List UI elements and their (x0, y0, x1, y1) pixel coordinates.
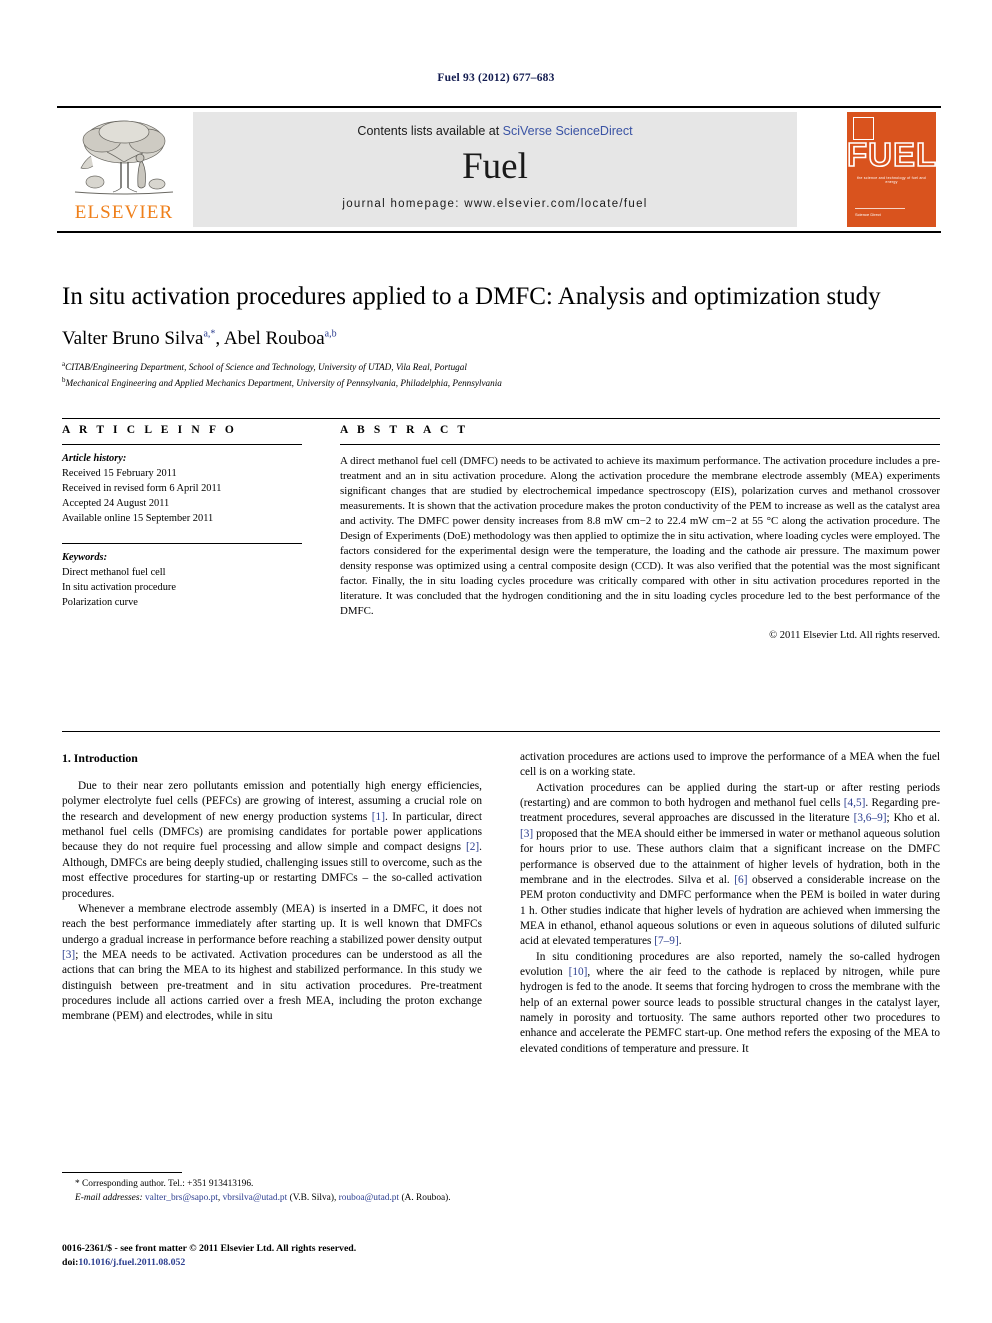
body-column-left: 1. Introduction Due to their near zero p… (62, 750, 482, 1025)
keyword-item: Polarization curve (62, 597, 138, 608)
section-heading-introduction: 1. Introduction (62, 751, 138, 765)
citation-link[interactable]: [3] (62, 949, 75, 961)
body-paragraph: Due to their near zero pollutants emissi… (62, 780, 482, 900)
paper-page: Fuel 93 (2012) 677–683 ELSEVIER Contents… (0, 0, 992, 1323)
band-rule-top (62, 418, 940, 419)
abstract-text: A direct methanol fuel cell (DMFC) needs… (340, 455, 940, 618)
citation-link[interactable]: [1] (372, 811, 385, 823)
email-addresses-label: E-mail addresses: (75, 1192, 143, 1203)
email-owner-3: (A. Rouboa). (399, 1192, 451, 1203)
cover-footer: Science Direct (855, 212, 881, 217)
citation-link[interactable]: [3,6–9] (854, 812, 887, 824)
article-info-column: A R T I C L E I N F O Article history: R… (62, 424, 302, 611)
body-paragraph: activation procedures are actions used t… (520, 751, 940, 779)
sciencedirect-link[interactable]: SciVerse ScienceDirect (503, 124, 633, 138)
citation-link[interactable]: [3] (520, 828, 533, 840)
citation-link[interactable]: [10] (569, 966, 588, 978)
citation-link[interactable]: [4,5] (844, 797, 866, 809)
journal-masthead: ELSEVIER Contents lists available at Sci… (57, 106, 941, 233)
elsevier-wordmark: ELSEVIER (74, 202, 174, 223)
abstract-column: A B S T R A C T A direct methanol fuel c… (340, 424, 940, 641)
article-history-online: Available online 15 September 2011 (62, 512, 214, 524)
article-history-label: Article history: (62, 453, 127, 464)
corresponding-author-note: * Corresponding author. Tel.: +351 91341… (75, 1179, 254, 1189)
author-1-affil-marker[interactable]: a,* (203, 328, 215, 339)
article-history-received: Received 15 February 2011 (62, 467, 177, 479)
affiliation-2: bMechanical Engineering and Applied Mech… (62, 375, 940, 390)
article-history-accepted: Accepted 24 August 2011 (62, 497, 170, 509)
elsevier-tree-icon (74, 120, 174, 195)
email-link-1[interactable]: valter_brs@sapo.pt (145, 1193, 218, 1203)
masthead-rule-bottom (57, 231, 941, 233)
author-name-2: Abel Rouboa (223, 327, 325, 349)
citation-link[interactable]: [2] (466, 841, 479, 853)
body-paragraph: In situ conditioning procedures are also… (520, 950, 941, 1055)
cover-divider (855, 208, 905, 209)
issn-copyright-line: 0016-2361/$ - see front matter © 2011 El… (62, 1243, 357, 1254)
keywords-group: Keywords: Direct methanol fuel cell In s… (62, 551, 302, 611)
running-head: Fuel 93 (2012) 677–683 (437, 72, 555, 84)
masthead-rule-top (57, 106, 941, 108)
cover-tagline: the science and technology of fuel and e… (857, 176, 926, 184)
title-block: In situ activation procedures applied to… (62, 283, 940, 391)
keyword-item: Direct methanol fuel cell (62, 567, 166, 579)
doi-link[interactable]: 10.1016/j.fuel.2011.08.052 (78, 1257, 185, 1268)
author-separator: , (215, 327, 224, 349)
keywords-rule (62, 543, 302, 545)
cover-title: FUEL (847, 135, 936, 174)
keyword-item: In situ activation procedure (62, 582, 176, 594)
body-paragraph: Activation procedures can be applied dur… (520, 781, 940, 948)
contents-prefix: Contents lists available at (357, 124, 503, 138)
doi-label: doi: (62, 1257, 79, 1269)
article-info-heading: A R T I C L E I N F O (62, 424, 237, 436)
author-2-affil-marker[interactable]: a,b (325, 328, 337, 339)
abstract-copyright: © 2011 Elsevier Ltd. All rights reserved… (769, 629, 940, 641)
email-owner-1: (V.B. Silva), (287, 1192, 339, 1203)
abstract-heading: A B S T R A C T (340, 424, 469, 436)
email-link-3[interactable]: rouboa@utad.pt (339, 1193, 399, 1203)
imprint-block: 0016-2361/$ - see front matter © 2011 El… (62, 1242, 502, 1270)
author-list: Valter Bruno Silvaa,*, Abel Rouboaa,b (62, 328, 940, 350)
body-paragraph: Whenever a membrane electrode assembly (… (62, 902, 482, 1023)
doi-line: doi:10.1016/j.fuel.2011.08.052 (62, 1256, 502, 1270)
email-addresses-note: E-mail addresses: valter_brs@sapo.pt, vb… (75, 1192, 451, 1203)
author-name-1: Valter Bruno Silva (62, 327, 204, 349)
article-history-revised: Received in revised form 6 April 2011 (62, 482, 222, 494)
article-info-rule (62, 444, 302, 445)
band-rule-bottom (62, 731, 940, 732)
journal-homepage[interactable]: journal homepage: www.elsevier.com/locat… (193, 198, 797, 210)
citation-link[interactable]: [7–9] (654, 935, 678, 947)
body-column-right: activation procedures are actions used t… (520, 750, 940, 1057)
affiliation-1-text: CITAB/Engineering Department, School of … (65, 361, 467, 372)
journal-title: Fuel (462, 146, 528, 187)
abstract-rule (340, 444, 940, 445)
email-link-2[interactable]: vbrsilva@utad.pt (223, 1193, 288, 1203)
affiliation-1: aCITAB/Engineering Department, School of… (62, 359, 940, 374)
elsevier-logo: ELSEVIER (63, 114, 185, 226)
footnote-block: * Corresponding author. Tel.: +351 91341… (62, 1178, 482, 1205)
citation-link[interactable]: [6] (734, 874, 747, 886)
article-history-group: Article history: Received 15 February 20… (62, 452, 302, 526)
affiliation-2-text: Mechanical Engineering and Applied Mecha… (65, 378, 502, 389)
keywords-label: Keywords: (62, 552, 108, 564)
contents-available-line: Contents lists available at SciVerse Sci… (193, 124, 797, 138)
journal-cover-thumbnail: FUEL the science and technology of fuel … (847, 112, 936, 227)
footnote-divider (62, 1172, 182, 1173)
page-title: In situ activation procedures applied to… (62, 283, 881, 310)
masthead-center-band: Contents lists available at SciVerse Sci… (193, 112, 797, 227)
